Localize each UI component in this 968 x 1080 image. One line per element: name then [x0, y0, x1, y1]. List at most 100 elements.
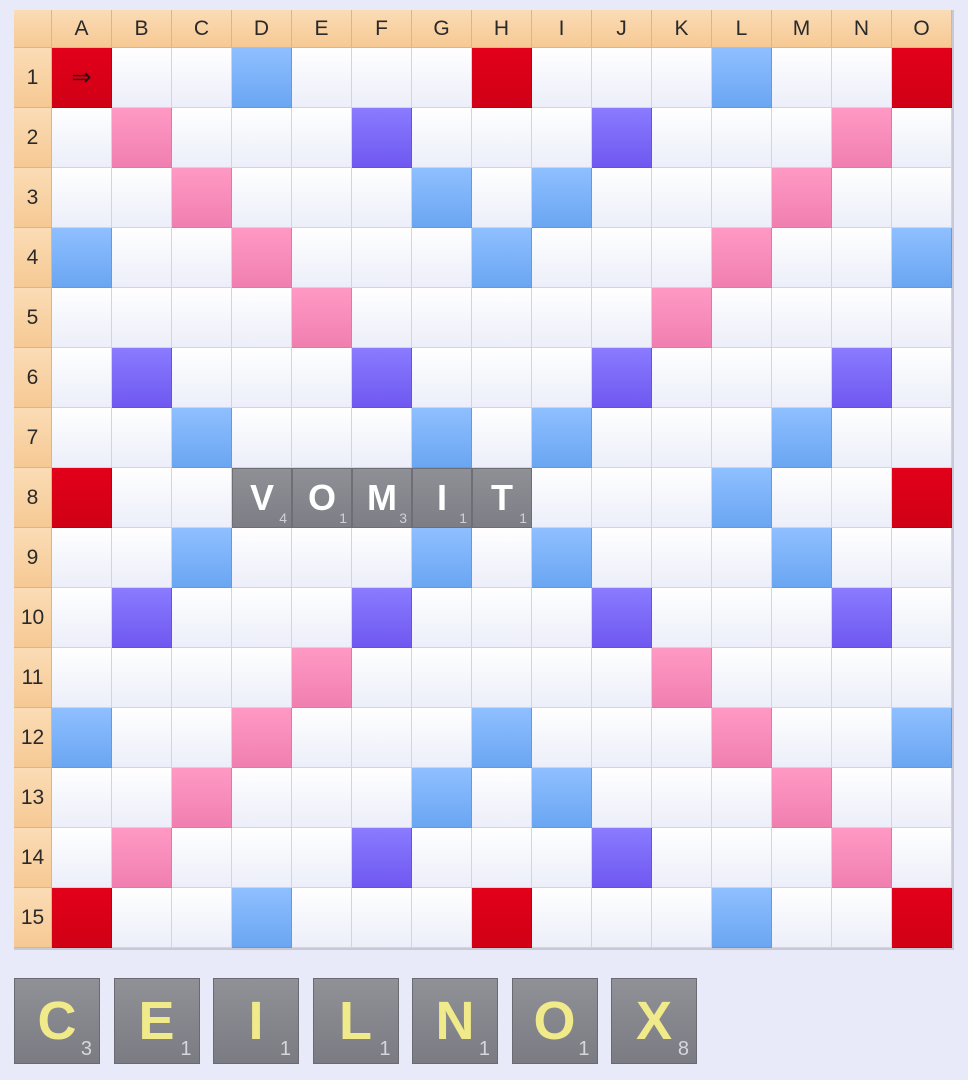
board-cell-g14[interactable] [412, 828, 472, 888]
board-cell-j1[interactable] [592, 48, 652, 108]
board-cell-b9[interactable] [112, 528, 172, 588]
board-cell-h12[interactable] [472, 708, 532, 768]
rack-tile[interactable]: O1 [511, 978, 598, 1064]
board-cell-a3[interactable] [52, 168, 112, 228]
board-cell-b8[interactable] [112, 468, 172, 528]
rack-tile[interactable]: C3 [14, 978, 100, 1064]
board-cell-i5[interactable] [532, 288, 592, 348]
board-cell-g13[interactable] [412, 768, 472, 828]
board-tile[interactable]: T1 [472, 468, 532, 528]
board-cell-o8[interactable] [892, 468, 952, 528]
board-cell-m15[interactable] [772, 888, 832, 948]
board-cell-b2[interactable] [112, 108, 172, 168]
board-cell-j13[interactable] [592, 768, 652, 828]
board-cell-d7[interactable] [232, 408, 292, 468]
board-cell-a5[interactable] [52, 288, 112, 348]
board-cell-h15[interactable] [472, 888, 532, 948]
board-cell-e11[interactable] [292, 648, 352, 708]
board-cell-i10[interactable] [532, 588, 592, 648]
board-cell-e12[interactable] [292, 708, 352, 768]
board-cell-d12[interactable] [232, 708, 292, 768]
board-cell-n5[interactable] [832, 288, 892, 348]
board-cell-d4[interactable] [232, 228, 292, 288]
board-cell-m6[interactable] [772, 348, 832, 408]
board-cell-d2[interactable] [232, 108, 292, 168]
board-cell-b1[interactable] [112, 48, 172, 108]
board-cell-k8[interactable] [652, 468, 712, 528]
board-cell-d15[interactable] [232, 888, 292, 948]
board-cell-k7[interactable] [652, 408, 712, 468]
board-cell-i11[interactable] [532, 648, 592, 708]
board-cell-o14[interactable] [892, 828, 952, 888]
board-cell-e10[interactable] [292, 588, 352, 648]
board-cell-i14[interactable] [532, 828, 592, 888]
board-cell-i9[interactable] [532, 528, 592, 588]
board-cell-n2[interactable] [832, 108, 892, 168]
board-cell-c3[interactable] [172, 168, 232, 228]
rack-tile[interactable]: X8 [611, 978, 697, 1064]
board-cell-j8[interactable] [592, 468, 652, 528]
board-cell-n11[interactable] [832, 648, 892, 708]
board-cell-i15[interactable] [532, 888, 592, 948]
board-cell-a1[interactable]: ⇒ [52, 48, 112, 108]
board-cell-a8[interactable] [52, 468, 112, 528]
board-cell-o9[interactable] [892, 528, 952, 588]
board-cell-f6[interactable] [352, 348, 412, 408]
board-cell-i12[interactable] [532, 708, 592, 768]
board-cell-k3[interactable] [652, 168, 712, 228]
board-cell-m7[interactable] [772, 408, 832, 468]
board-cell-l11[interactable] [712, 648, 772, 708]
board-cell-a11[interactable] [52, 648, 112, 708]
board-cell-j11[interactable] [592, 648, 652, 708]
board-cell-o5[interactable] [892, 288, 952, 348]
board-cell-m3[interactable] [772, 168, 832, 228]
board-cell-g11[interactable] [412, 648, 472, 708]
board-cell-e1[interactable] [292, 48, 352, 108]
board-cell-l13[interactable] [712, 768, 772, 828]
board-cell-k9[interactable] [652, 528, 712, 588]
board-cell-f7[interactable] [352, 408, 412, 468]
board-cell-n8[interactable] [832, 468, 892, 528]
board-cell-l14[interactable] [712, 828, 772, 888]
board-cell-b3[interactable] [112, 168, 172, 228]
board-cell-c15[interactable] [172, 888, 232, 948]
board-cell-j15[interactable] [592, 888, 652, 948]
board-cell-c12[interactable] [172, 708, 232, 768]
board-cell-d6[interactable] [232, 348, 292, 408]
rack-tile[interactable]: L1 [312, 978, 399, 1064]
board-cell-i6[interactable] [532, 348, 592, 408]
board-cell-l7[interactable] [712, 408, 772, 468]
board-cell-j3[interactable] [592, 168, 652, 228]
board-cell-f2[interactable] [352, 108, 412, 168]
board-cell-b10[interactable] [112, 588, 172, 648]
board-tile[interactable]: I1 [412, 468, 472, 528]
board-cell-l5[interactable] [712, 288, 772, 348]
board-cell-c10[interactable] [172, 588, 232, 648]
board-cell-a15[interactable] [52, 888, 112, 948]
board-cell-h2[interactable] [472, 108, 532, 168]
rack-tile[interactable]: E1 [113, 978, 200, 1064]
rack-tile[interactable]: I1 [213, 978, 299, 1064]
board-cell-d11[interactable] [232, 648, 292, 708]
board-cell-m12[interactable] [772, 708, 832, 768]
board-cell-i13[interactable] [532, 768, 592, 828]
board-cell-k13[interactable] [652, 768, 712, 828]
board-cell-o3[interactable] [892, 168, 952, 228]
board-cell-i2[interactable] [532, 108, 592, 168]
board-cell-k1[interactable] [652, 48, 712, 108]
board-cell-d14[interactable] [232, 828, 292, 888]
board-cell-f13[interactable] [352, 768, 412, 828]
board-cell-n7[interactable] [832, 408, 892, 468]
board-cell-a12[interactable] [52, 708, 112, 768]
board-cell-g3[interactable] [412, 168, 472, 228]
board-cell-b4[interactable] [112, 228, 172, 288]
board-cell-g10[interactable] [412, 588, 472, 648]
board-tile[interactable]: V4 [232, 468, 292, 528]
board-cell-m2[interactable] [772, 108, 832, 168]
board-cell-e5[interactable] [292, 288, 352, 348]
board-cell-g6[interactable] [412, 348, 472, 408]
board-cell-l2[interactable] [712, 108, 772, 168]
board-cell-c8[interactable] [172, 468, 232, 528]
board-cell-b5[interactable] [112, 288, 172, 348]
board-cell-m10[interactable] [772, 588, 832, 648]
